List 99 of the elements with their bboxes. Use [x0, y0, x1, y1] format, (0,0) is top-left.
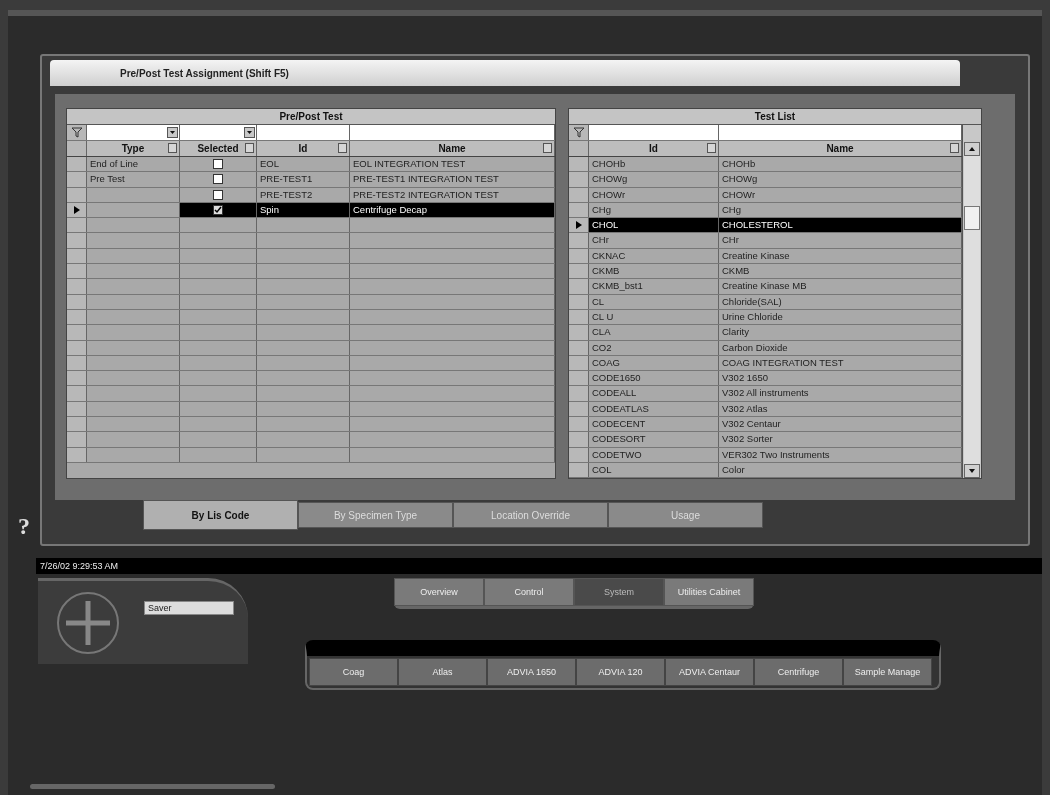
table-caption: Pre/Post Test [67, 109, 555, 125]
table-caption: Test List [569, 109, 981, 125]
table-cell: CHOHb [589, 157, 719, 172]
table-cell: CODECENT [589, 417, 719, 432]
table-cell: PRE-TEST1 [257, 172, 350, 187]
table-row[interactable]: CHOHb CHOHb [569, 157, 962, 173]
table-cell: CODEALL [589, 386, 719, 401]
table-row[interactable]: CODEALL V302 All instruments [569, 386, 962, 402]
table-row[interactable]: Pre Test PRE-TEST1 PRE-TEST1 INTEGRATION TEST [67, 172, 555, 188]
nav-button[interactable]: Utilities Cabinet [664, 578, 754, 606]
table-row[interactable]: CKNAC Creatine Kinase [569, 248, 962, 265]
table-cell: Pre Test [87, 172, 180, 187]
table-row[interactable]: Spin Centrifuge Decap [67, 202, 555, 219]
table-cell: CODE1650 [589, 371, 719, 386]
instrument-button[interactable]: Sample Manage [843, 658, 932, 686]
row-pointer-icon [575, 221, 582, 230]
user-field[interactable]: Saver [144, 600, 234, 615]
table-row[interactable]: End of Line EOL EOL INTEGRATION TEST [67, 157, 555, 173]
table-cell: PRE-TEST2 [257, 187, 350, 202]
table-cell: CODESORT [589, 432, 719, 447]
table-row[interactable]: CODEATLAS V302 Atlas [569, 401, 962, 418]
timestamp: 7/26/02 9:29:53 AM [40, 561, 119, 571]
column-header[interactable]: Type [87, 141, 180, 156]
column-header[interactable]: Id [589, 141, 719, 156]
help-mark[interactable]: ? [18, 513, 30, 540]
table-cell: CHOL [589, 218, 719, 233]
row-pointer-icon [73, 206, 80, 215]
dialog-title: Pre/Post Test Assignment (Shift F5) [120, 67, 289, 79]
table-row[interactable]: COAG COAG INTEGRATION TEST [569, 355, 962, 372]
instrument-button[interactable]: ADVIA 120 [576, 658, 665, 686]
table-cell: CHOLESTEROL [719, 218, 962, 233]
instrument-button[interactable]: ADVIA Centaur [665, 658, 754, 686]
row-selector[interactable] [569, 218, 589, 233]
checkbox[interactable] [213, 205, 223, 216]
table-cell: PRE-TEST1 INTEGRATION TEST [350, 172, 555, 187]
table-cell: CHOWr [589, 187, 719, 202]
checkbox[interactable] [213, 189, 223, 200]
checkbox[interactable] [213, 174, 223, 185]
nav-button[interactable]: Control [484, 578, 574, 606]
table-row[interactable]: CLA Clarity [569, 325, 962, 341]
column-header[interactable]: Selected [180, 141, 257, 156]
instrument-button[interactable]: Centrifuge [754, 658, 843, 686]
scrollbar[interactable] [962, 125, 981, 479]
table-cell: CKNAC [589, 248, 719, 264]
scrollbar-thumb[interactable] [964, 206, 980, 230]
tab[interactable]: By Lis Code [143, 500, 298, 530]
table-cell: CKMB_bst1 [589, 279, 719, 294]
instrument-button[interactable]: Atlas [398, 658, 487, 686]
logo-icon [56, 590, 120, 655]
table-cell: End of Line [87, 157, 180, 172]
nav-button[interactable]: System [574, 578, 664, 606]
column-header[interactable]: Id [257, 141, 350, 156]
table-cell: COL [589, 462, 719, 478]
sort-button[interactable] [543, 143, 552, 153]
table-row[interactable]: PRE-TEST2 PRE-TEST2 INTEGRATION TEST [67, 187, 555, 203]
dropdown-icon[interactable] [167, 127, 178, 138]
filter-icon[interactable] [572, 127, 585, 138]
table-cell: PRE-TEST2 INTEGRATION TEST [350, 187, 555, 202]
table-cell: COAG [589, 355, 719, 371]
table-cell: EOL [257, 157, 350, 172]
table-row[interactable]: CHr CHr [569, 233, 962, 249]
table-row[interactable]: CKMB_bst1 Creatine Kinase MB [569, 279, 962, 295]
sort-button[interactable] [245, 143, 254, 153]
checkbox[interactable] [213, 159, 223, 170]
table-cell: CL [589, 294, 719, 309]
nav-button[interactable]: Overview [394, 578, 484, 606]
table-row[interactable]: CKMB CKMB [569, 264, 962, 280]
table-row[interactable]: COL Color [569, 462, 962, 479]
sort-button[interactable] [707, 143, 716, 153]
table-row[interactable]: CL U Urine Chloride [569, 309, 962, 326]
table-cell: CODETWO [589, 447, 719, 462]
table-row[interactable]: CO2 Carbon Dioxide [569, 340, 962, 356]
instrument-button[interactable]: ADVIA 1650 [487, 658, 576, 686]
sort-button[interactable] [168, 143, 177, 153]
table-row[interactable]: CODESORT V302 Sorter [569, 432, 962, 448]
filter-icon[interactable] [70, 127, 83, 138]
table-row[interactable]: CHOL CHOLESTEROL [569, 218, 962, 234]
table-cell: CO2 [589, 340, 719, 355]
table-row[interactable]: CHOWr CHOWr [569, 187, 962, 203]
table-cell: CHr [589, 233, 719, 248]
table-row[interactable]: CL Chloride(SAL) [569, 294, 962, 310]
table-row[interactable]: CODECENT V302 Centaur [569, 417, 962, 433]
instrument-button[interactable]: Coag [309, 658, 398, 686]
table-row[interactable]: CODE1650 V302 1650 [569, 371, 962, 387]
table-cell: EOL INTEGRATION TEST [350, 157, 555, 172]
table-cell: CLA [589, 325, 719, 340]
dropdown-icon[interactable] [244, 127, 255, 138]
scroll-down-icon[interactable] [964, 464, 980, 479]
sort-button[interactable] [950, 143, 959, 153]
sort-button[interactable] [338, 143, 347, 153]
table-cell: CKMB [589, 264, 719, 279]
scroll-up-icon[interactable] [964, 142, 980, 156]
table-row[interactable]: CODETWO VER302 Two Instruments [569, 447, 962, 463]
table-cell: CODEATLAS [589, 401, 719, 417]
table-cell: CL U [589, 309, 719, 325]
column-header[interactable]: Name [350, 141, 555, 156]
table-row[interactable]: CHOWg CHOWg [569, 172, 962, 188]
table-cell: CHg [589, 202, 719, 218]
table-cell: CHOWg [589, 172, 719, 187]
